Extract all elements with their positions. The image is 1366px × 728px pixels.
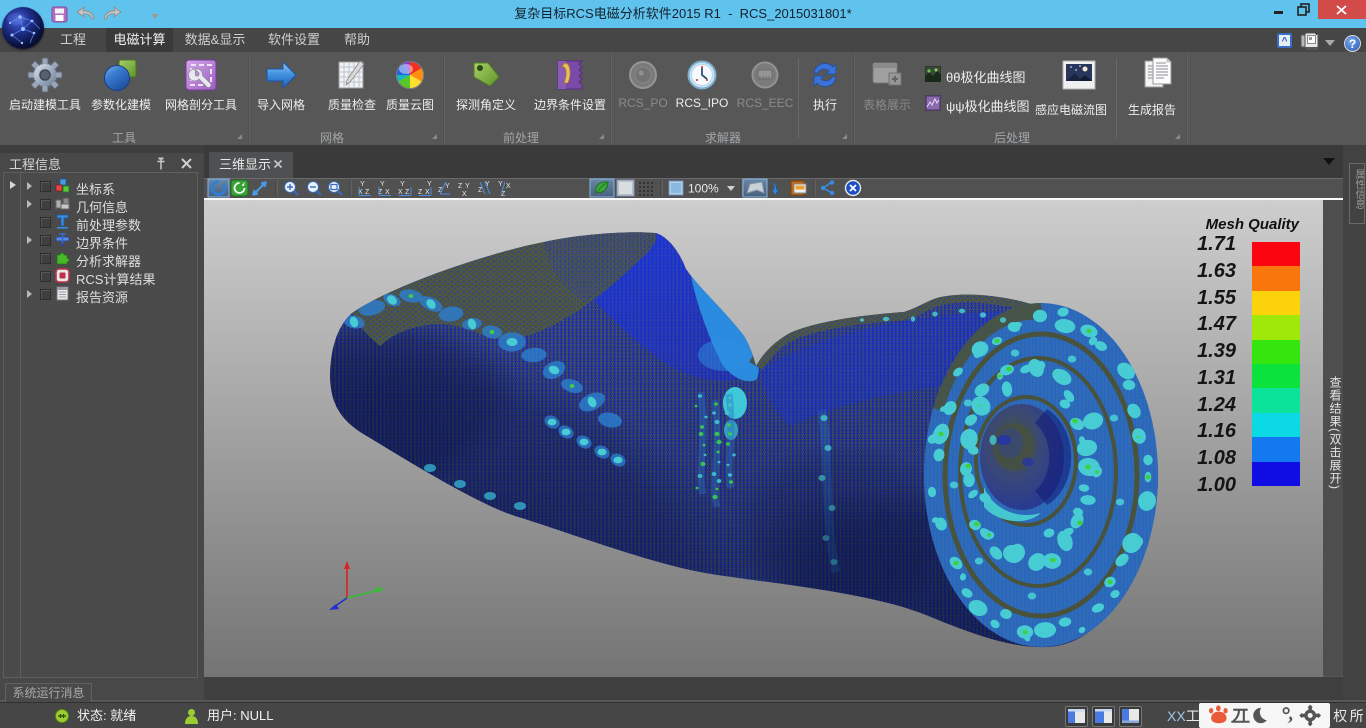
svg-text:Y: Y [445, 183, 450, 190]
svg-text:Y: Y [380, 181, 385, 188]
svg-text:Y: Y [465, 183, 470, 190]
svg-text:Y: Y [427, 181, 432, 188]
svg-text:Z: Z [365, 189, 370, 196]
svg-text:Y: Y [498, 181, 503, 188]
svg-text:X: X [425, 189, 430, 196]
svg-text:100%: 100% [688, 182, 719, 196]
svg-text:Z: Z [458, 183, 463, 190]
svg-text:Z: Z [405, 189, 410, 196]
svg-text:Y: Y [400, 181, 405, 188]
svg-text:X: X [398, 189, 403, 196]
svg-text:X: X [462, 191, 467, 198]
svg-text:X: X [506, 183, 511, 190]
svg-text:X: X [385, 189, 390, 196]
svg-text:Z: Z [418, 189, 423, 196]
svg-text:Y: Y [360, 181, 365, 188]
